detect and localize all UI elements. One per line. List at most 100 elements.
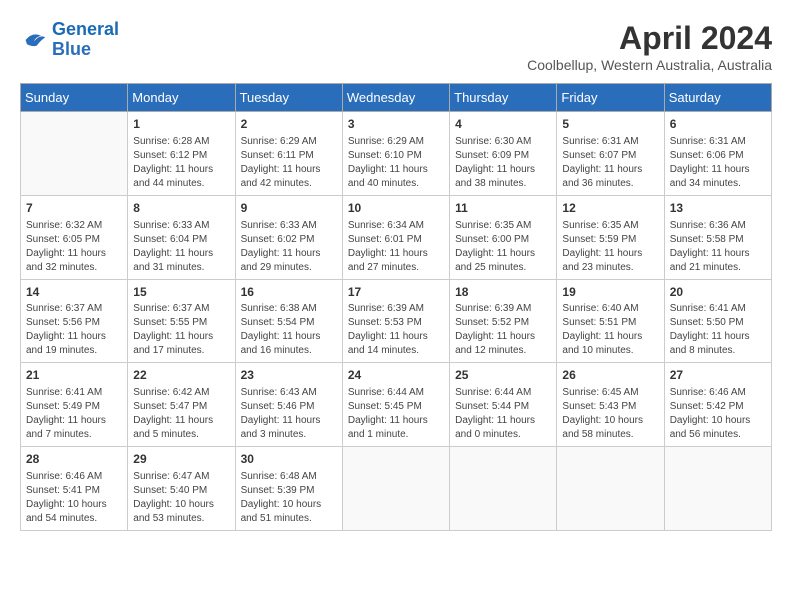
calendar-cell: 25Sunrise: 6:44 AM Sunset: 5:44 PM Dayli… — [450, 363, 557, 447]
day-info: Sunrise: 6:36 AM Sunset: 5:58 PM Dayligh… — [670, 219, 766, 275]
day-number: 13 — [670, 200, 766, 217]
calendar-cell — [21, 112, 128, 196]
calendar-cell: 19Sunrise: 6:40 AM Sunset: 5:51 PM Dayli… — [557, 279, 664, 363]
logo: General Blue — [20, 20, 119, 60]
day-number: 7 — [26, 200, 122, 217]
weekday-header: Saturday — [664, 84, 771, 112]
day-number: 28 — [26, 451, 122, 468]
calendar-cell: 28 Sunrise: 6:46 AM Sunset: 5:41 PM Dayli… — [21, 447, 128, 531]
calendar-cell: 22Sunrise: 6:42 AM Sunset: 5:47 PM Dayli… — [128, 363, 235, 447]
day-number: 5 — [562, 116, 658, 133]
day-info: Sunrise: 6:35 AM Sunset: 5:59 PM Dayligh… — [562, 219, 658, 275]
calendar-cell: 20Sunrise: 6:41 AM Sunset: 5:50 PM Dayli… — [664, 279, 771, 363]
day-info: Sunrise: 6:38 AM Sunset: 5:54 PM Dayligh… — [241, 302, 337, 358]
weekday-header: Thursday — [450, 84, 557, 112]
day-number: 3 — [348, 116, 444, 133]
calendar-cell — [664, 447, 771, 531]
day-info: Sunrise: 6:42 AM Sunset: 5:47 PM Dayligh… — [133, 386, 229, 442]
page-header: General Blue April 2024 Coolbellup, West… — [20, 20, 772, 73]
day-number: 21 — [26, 367, 122, 384]
day-info: Sunrise: 6:41 AM Sunset: 5:50 PM Dayligh… — [670, 302, 766, 358]
day-info: Sunrise: 6:48 AM Sunset: 5:39 PM Dayligh… — [241, 470, 337, 526]
day-info: Sunrise: 6:46 AM Sunset: 5:41 PM Dayligh… — [26, 470, 122, 526]
day-number: 6 — [670, 116, 766, 133]
day-number: 15 — [133, 284, 229, 301]
day-info: Sunrise: 6:34 AM Sunset: 6:01 PM Dayligh… — [348, 219, 444, 275]
weekday-header: Sunday — [21, 84, 128, 112]
calendar-cell: 23 Sunrise: 6:43 AM Sunset: 5:46 PM Dayli… — [235, 363, 342, 447]
day-info: Sunrise: 6:31 AM Sunset: 6:06 PM Dayligh… — [670, 135, 766, 191]
calendar-cell: 2 Sunrise: 6:29 AM Sunset: 6:11 PM Daylig… — [235, 112, 342, 196]
day-number: 29 — [133, 451, 229, 468]
calendar-cell: 9 Sunrise: 6:33 AM Sunset: 6:02 PM Daylig… — [235, 195, 342, 279]
calendar-cell: 11 Sunrise: 6:35 AM Sunset: 6:00 PM Dayli… — [450, 195, 557, 279]
calendar-week-row: 21 Sunrise: 6:41 AM Sunset: 5:49 PM Dayli… — [21, 363, 772, 447]
calendar-cell: 12 Sunrise: 6:35 AM Sunset: 5:59 PM Dayli… — [557, 195, 664, 279]
calendar-cell: 8Sunrise: 6:33 AM Sunset: 6:04 PM Daylig… — [128, 195, 235, 279]
day-info: Sunrise: 6:37 AM Sunset: 5:55 PM Dayligh… — [133, 302, 229, 358]
weekday-header: Monday — [128, 84, 235, 112]
day-number: 18 — [455, 284, 551, 301]
day-info: Sunrise: 6:30 AM Sunset: 6:09 PM Dayligh… — [455, 135, 551, 191]
calendar-cell: 15Sunrise: 6:37 AM Sunset: 5:55 PM Dayli… — [128, 279, 235, 363]
day-info: Sunrise: 6:29 AM Sunset: 6:10 PM Dayligh… — [348, 135, 444, 191]
day-number: 12 — [562, 200, 658, 217]
day-number: 30 — [241, 451, 337, 468]
day-info: Sunrise: 6:46 AM Sunset: 5:42 PM Dayligh… — [670, 386, 766, 442]
day-info: Sunrise: 6:33 AM Sunset: 6:02 PM Dayligh… — [241, 219, 337, 275]
calendar-table: SundayMondayTuesdayWednesdayThursdayFrid… — [20, 83, 772, 531]
calendar-cell: 30 Sunrise: 6:48 AM Sunset: 5:39 PM Dayli… — [235, 447, 342, 531]
day-number: 25 — [455, 367, 551, 384]
calendar-cell — [450, 447, 557, 531]
day-number: 4 — [455, 116, 551, 133]
day-info: Sunrise: 6:43 AM Sunset: 5:46 PM Dayligh… — [241, 386, 337, 442]
day-number: 27 — [670, 367, 766, 384]
calendar-cell: 14Sunrise: 6:37 AM Sunset: 5:56 PM Dayli… — [21, 279, 128, 363]
calendar-week-row: 14Sunrise: 6:37 AM Sunset: 5:56 PM Dayli… — [21, 279, 772, 363]
calendar-week-row: 1Sunrise: 6:28 AM Sunset: 6:12 PM Daylig… — [21, 112, 772, 196]
calendar-cell: 24Sunrise: 6:44 AM Sunset: 5:45 PM Dayli… — [342, 363, 449, 447]
day-info: Sunrise: 6:28 AM Sunset: 6:12 PM Dayligh… — [133, 135, 229, 191]
day-info: Sunrise: 6:45 AM Sunset: 5:43 PM Dayligh… — [562, 386, 658, 442]
day-info: Sunrise: 6:35 AM Sunset: 6:00 PM Dayligh… — [455, 219, 551, 275]
day-info: Sunrise: 6:47 AM Sunset: 5:40 PM Dayligh… — [133, 470, 229, 526]
calendar-cell — [342, 447, 449, 531]
logo-icon — [20, 26, 48, 54]
day-number: 2 — [241, 116, 337, 133]
weekday-header: Wednesday — [342, 84, 449, 112]
day-number: 20 — [670, 284, 766, 301]
calendar-week-row: 7Sunrise: 6:32 AM Sunset: 6:05 PM Daylig… — [21, 195, 772, 279]
calendar-cell: 3 Sunrise: 6:29 AM Sunset: 6:10 PM Daylig… — [342, 112, 449, 196]
day-number: 8 — [133, 200, 229, 217]
calendar-cell: 1Sunrise: 6:28 AM Sunset: 6:12 PM Daylig… — [128, 112, 235, 196]
day-info: Sunrise: 6:37 AM Sunset: 5:56 PM Dayligh… — [26, 302, 122, 358]
calendar-cell: 29 Sunrise: 6:47 AM Sunset: 5:40 PM Dayli… — [128, 447, 235, 531]
calendar-cell: 21 Sunrise: 6:41 AM Sunset: 5:49 PM Dayli… — [21, 363, 128, 447]
page-subtitle: Coolbellup, Western Australia, Australia — [527, 57, 772, 73]
calendar-cell: 16Sunrise: 6:38 AM Sunset: 5:54 PM Dayli… — [235, 279, 342, 363]
calendar-cell: 18Sunrise: 6:39 AM Sunset: 5:52 PM Dayli… — [450, 279, 557, 363]
calendar-cell: 26Sunrise: 6:45 AM Sunset: 5:43 PM Dayli… — [557, 363, 664, 447]
day-info: Sunrise: 6:39 AM Sunset: 5:53 PM Dayligh… — [348, 302, 444, 358]
calendar-week-row: 28 Sunrise: 6:46 AM Sunset: 5:41 PM Dayli… — [21, 447, 772, 531]
day-info: Sunrise: 6:40 AM Sunset: 5:51 PM Dayligh… — [562, 302, 658, 358]
day-info: Sunrise: 6:41 AM Sunset: 5:49 PM Dayligh… — [26, 386, 122, 442]
day-number: 11 — [455, 200, 551, 217]
day-info: Sunrise: 6:44 AM Sunset: 5:45 PM Dayligh… — [348, 386, 444, 442]
day-number: 10 — [348, 200, 444, 217]
day-info: Sunrise: 6:31 AM Sunset: 6:07 PM Dayligh… — [562, 135, 658, 191]
day-number: 19 — [562, 284, 658, 301]
day-number: 14 — [26, 284, 122, 301]
calendar-cell: 17Sunrise: 6:39 AM Sunset: 5:53 PM Dayli… — [342, 279, 449, 363]
day-number: 9 — [241, 200, 337, 217]
calendar-cell: 5 Sunrise: 6:31 AM Sunset: 6:07 PM Daylig… — [557, 112, 664, 196]
weekday-header: Tuesday — [235, 84, 342, 112]
calendar-cell: 7Sunrise: 6:32 AM Sunset: 6:05 PM Daylig… — [21, 195, 128, 279]
calendar-cell: 27 Sunrise: 6:46 AM Sunset: 5:42 PM Dayli… — [664, 363, 771, 447]
day-info: Sunrise: 6:29 AM Sunset: 6:11 PM Dayligh… — [241, 135, 337, 191]
calendar-header-row: SundayMondayTuesdayWednesdayThursdayFrid… — [21, 84, 772, 112]
calendar-cell — [557, 447, 664, 531]
day-info: Sunrise: 6:39 AM Sunset: 5:52 PM Dayligh… — [455, 302, 551, 358]
title-block: April 2024 Coolbellup, Western Australia… — [527, 20, 772, 73]
day-number: 23 — [241, 367, 337, 384]
